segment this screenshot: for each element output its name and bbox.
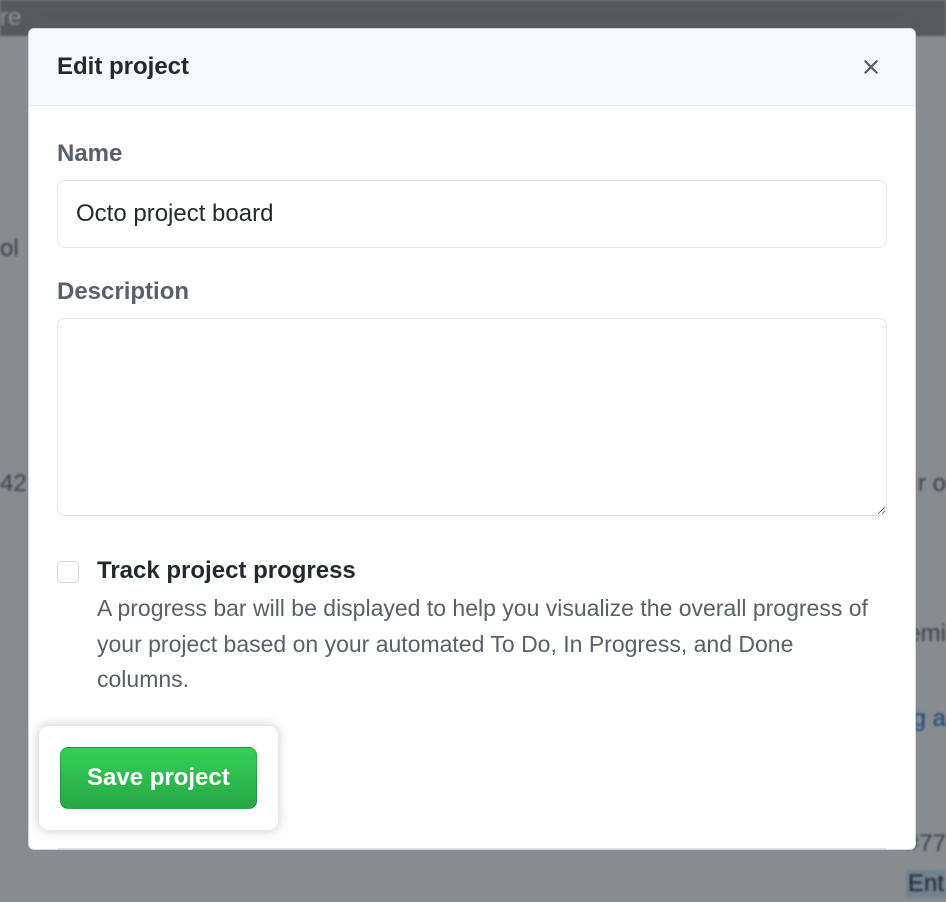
modal-title: Edit project: [57, 53, 189, 81]
track-progress-description: A progress bar will be displayed to help…: [97, 595, 868, 692]
close-button[interactable]: [855, 51, 887, 83]
name-input[interactable]: [57, 180, 887, 248]
track-progress-label: Track project progress: [97, 557, 887, 585]
modal-body: Name Description Track project progress …: [29, 106, 915, 849]
name-field-group: Name: [57, 140, 887, 248]
description-textarea[interactable]: [57, 318, 887, 516]
modal-header: Edit project: [29, 29, 915, 106]
description-field-group: Description: [57, 278, 887, 521]
name-label: Name: [57, 140, 887, 168]
close-icon: [859, 55, 883, 79]
divider: [57, 848, 887, 849]
track-progress-checkbox[interactable]: [57, 561, 79, 583]
edit-project-modal: Edit project Name Description Track proj…: [28, 28, 916, 850]
description-label: Description: [57, 278, 887, 306]
track-progress-group: Track project progress A progress bar wi…: [57, 557, 887, 698]
save-button-highlight: Save project: [39, 726, 278, 830]
track-progress-text: Track project progress A progress bar wi…: [97, 557, 887, 698]
save-project-button[interactable]: Save project: [60, 747, 257, 809]
